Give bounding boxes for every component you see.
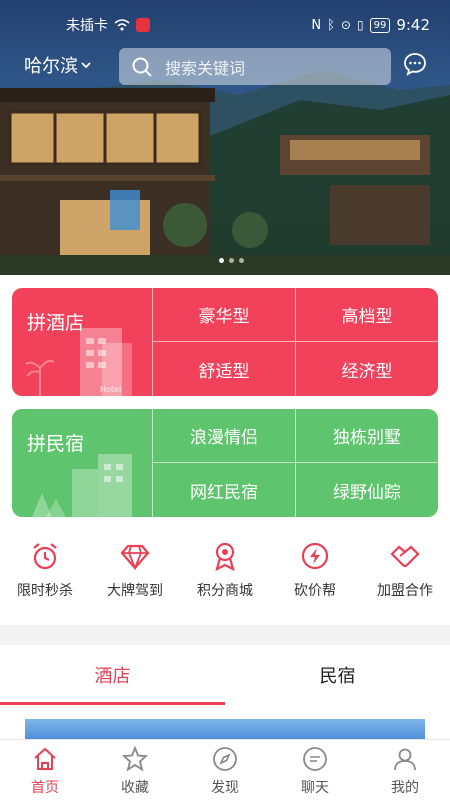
- minsu-type-option[interactable]: 浪漫情侣: [152, 409, 295, 463]
- main-panel: Hotel 拼酒店 豪华型 高档型 舒适型 经济型 拼民宿 浪漫情侣 独栋别墅 …: [0, 275, 450, 625]
- hotel-card-title: 拼酒店: [27, 312, 85, 334]
- compass-icon: [213, 747, 237, 771]
- tab-minsu[interactable]: 民宿: [225, 645, 450, 705]
- city-buildings-icon: [32, 454, 132, 517]
- listing-image[interactable]: [25, 719, 425, 739]
- quick-link-label: 积分商城: [197, 583, 253, 599]
- hotel-type-option[interactable]: 经济型: [295, 342, 438, 396]
- hotel-card: Hotel 拼酒店 豪华型 高档型 舒适型 经济型: [12, 288, 438, 396]
- wifi-icon: [114, 19, 130, 31]
- hotel-card-header[interactable]: Hotel 拼酒店: [12, 288, 152, 396]
- location-icon: ⊙: [340, 18, 351, 32]
- nav-item-home[interactable]: 首页: [0, 740, 90, 800]
- app-notice-icon: [136, 18, 150, 32]
- nav-label: 发现: [211, 780, 239, 796]
- vibrate-icon: ▯: [356, 18, 364, 32]
- city-selector[interactable]: 哈尔滨: [24, 52, 92, 78]
- header: 哈尔滨 搜索关键词: [0, 48, 450, 86]
- hotel-type-option[interactable]: 豪华型: [152, 288, 295, 342]
- home-icon: [34, 747, 56, 770]
- quick-links: 限时秒杀 大牌驾到 积分商城 砍价帮 加盟合作: [0, 540, 450, 605]
- minsu-type-grid: 浪漫情侣 独栋别墅 网红民宿 绿野仙踪: [152, 409, 438, 517]
- bottom-nav: 首页 收藏 发现 聊天 我的: [0, 739, 450, 800]
- search-input[interactable]: 搜索关键词: [119, 48, 391, 85]
- carousel-dot: [239, 258, 244, 263]
- category-tabs: 酒店 民宿: [0, 645, 450, 705]
- medal-icon: [215, 542, 235, 572]
- minsu-type-option[interactable]: 网红民宿: [152, 463, 295, 517]
- minsu-type-option[interactable]: 独栋别墅: [295, 409, 438, 463]
- hotel-type-grid: 豪华型 高档型 舒适型 经济型: [152, 288, 438, 396]
- nav-item-profile[interactable]: 我的: [360, 740, 450, 800]
- minsu-card: 拼民宿 浪漫情侣 独栋别墅 网红民宿 绿野仙踪: [12, 409, 438, 517]
- diamond-icon: [120, 544, 150, 571]
- carrier-text: 未插卡: [66, 18, 108, 34]
- nav-item-discover[interactable]: 发现: [180, 740, 270, 800]
- hotel-art-label: Hotel: [100, 385, 122, 394]
- message-icon[interactable]: [403, 52, 427, 76]
- battery-icon: 99: [369, 17, 391, 33]
- listing-feed: [0, 705, 450, 739]
- quick-link-flash-sale[interactable]: 限时秒杀: [0, 540, 90, 605]
- status-bar: 未插卡 N ᛒ ⊙ ▯ 99 9:42: [0, 0, 450, 50]
- quick-link-label: 大牌驾到: [107, 583, 163, 599]
- bluetooth-icon: ᛒ: [327, 17, 335, 33]
- quick-link-points-mall[interactable]: 积分商城: [180, 540, 270, 605]
- quick-link-label: 限时秒杀: [17, 583, 73, 599]
- minsu-type-option[interactable]: 绿野仙踪: [295, 463, 438, 517]
- search-icon: [132, 57, 152, 77]
- nfc-icon: N: [311, 17, 322, 33]
- nav-label: 收藏: [121, 780, 149, 796]
- nav-label: 首页: [31, 780, 59, 796]
- carousel-dot: [229, 258, 234, 263]
- hotel-type-option[interactable]: 舒适型: [152, 342, 295, 396]
- nav-label: 我的: [391, 780, 419, 796]
- minsu-card-header[interactable]: 拼民宿: [12, 409, 152, 517]
- quick-link-label: 加盟合作: [377, 583, 433, 599]
- chat-icon: [303, 747, 327, 771]
- minsu-card-title: 拼民宿: [27, 433, 85, 455]
- user-icon: [394, 748, 416, 771]
- carousel-indicator: [219, 258, 244, 263]
- quick-link-join[interactable]: 加盟合作: [360, 540, 450, 605]
- hotel-building-icon: [25, 328, 132, 396]
- hero-banner[interactable]: 未插卡 N ᛒ ⊙ ▯ 99 9:42 哈尔滨 搜索关键词: [0, 0, 450, 275]
- nav-item-favorites[interactable]: 收藏: [90, 740, 180, 800]
- star-icon: [122, 746, 148, 772]
- clock: 9:42: [396, 16, 430, 34]
- tab-hotel[interactable]: 酒店: [0, 645, 225, 705]
- quick-link-label: 砍价帮: [294, 583, 336, 599]
- quick-link-brands[interactable]: 大牌驾到: [90, 540, 180, 605]
- handshake-icon: [390, 545, 420, 568]
- alarm-clock-icon: [33, 543, 57, 570]
- hotel-type-option[interactable]: 高档型: [295, 288, 438, 342]
- carousel-dot: [219, 258, 224, 263]
- nav-label: 聊天: [301, 780, 329, 796]
- lightning-icon: [301, 542, 329, 570]
- city-label: 哈尔滨: [24, 56, 78, 77]
- search-placeholder: 搜索关键词: [165, 58, 246, 78]
- nav-item-chat[interactable]: 聊天: [270, 740, 360, 800]
- chevron-down-icon: [81, 62, 91, 69]
- quick-link-bargain[interactable]: 砍价帮: [270, 540, 360, 605]
